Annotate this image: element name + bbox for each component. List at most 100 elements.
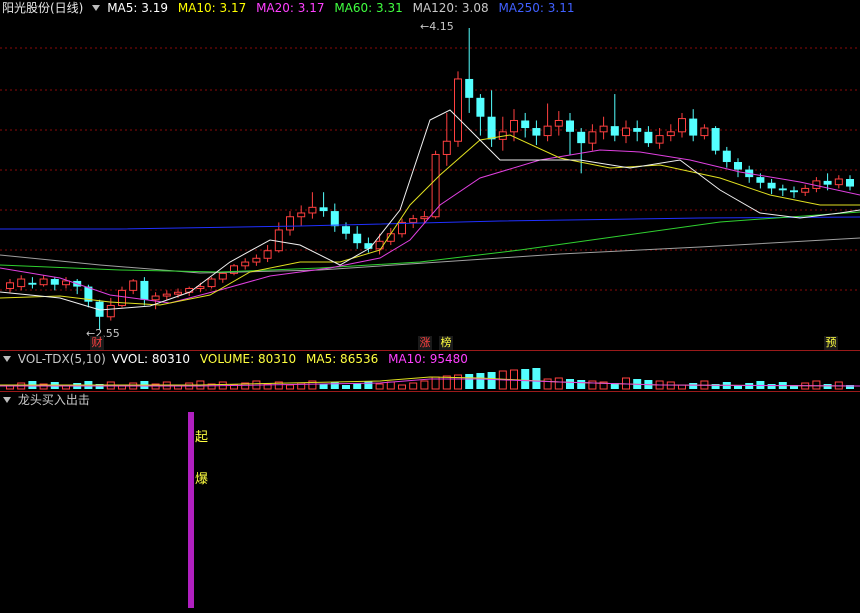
candle-body xyxy=(644,131,653,144)
candle-body xyxy=(398,221,406,235)
volume-bar xyxy=(409,382,418,390)
candle-body xyxy=(50,279,59,285)
candle-body xyxy=(678,118,686,133)
volume-bar xyxy=(566,379,574,389)
candle-body xyxy=(834,178,843,186)
volume-bar xyxy=(588,380,597,390)
tag-cai[interactable]: 财 xyxy=(90,336,104,350)
candlestick-chart[interactable] xyxy=(0,0,860,350)
candle-body xyxy=(689,118,698,136)
candle-body xyxy=(106,304,115,318)
candle-body xyxy=(319,207,328,212)
volume-label: VOLUME: 80310 xyxy=(199,352,297,366)
candle-body xyxy=(420,216,429,220)
candle-body xyxy=(487,116,496,140)
ma60-label: MA60: 3.31 xyxy=(334,1,403,15)
tag-yu[interactable]: 预 xyxy=(824,336,838,350)
volume-bar xyxy=(521,369,530,389)
candle-body xyxy=(554,119,563,127)
volume-bar xyxy=(823,384,832,389)
signal-text-bao: 爆 xyxy=(195,472,209,487)
candle-body xyxy=(140,280,149,300)
candle-body xyxy=(823,180,832,185)
candle-body xyxy=(778,188,787,191)
candle-body xyxy=(622,127,630,137)
ma250-line xyxy=(0,216,860,230)
volume-title: VOL-TDX(5,10) xyxy=(17,352,106,366)
candle-body xyxy=(308,206,317,214)
candle-body xyxy=(700,127,709,137)
dropdown-triangle-icon[interactable] xyxy=(3,397,11,403)
candle-body xyxy=(330,211,339,227)
price-panel[interactable]: 阳光股份(日线) MA5: 3.19 MA10: 3.17 MA20: 3.17… xyxy=(0,0,860,350)
candle-body xyxy=(286,216,294,231)
volume-bar xyxy=(375,383,384,390)
candle-body xyxy=(218,272,227,280)
dropdown-triangle-icon[interactable] xyxy=(92,5,101,11)
candle-body xyxy=(28,282,37,285)
high-price-label: ←4.15 xyxy=(420,20,454,33)
volume-bar xyxy=(286,384,294,390)
dropdown-triangle-icon[interactable] xyxy=(3,356,11,362)
volume-bar xyxy=(476,373,485,389)
volume-bar xyxy=(342,385,350,389)
candle-body xyxy=(297,212,306,218)
ma120-line xyxy=(0,237,860,274)
candle-body xyxy=(129,280,138,291)
volume-bar xyxy=(465,374,474,389)
volume-bar xyxy=(487,372,496,389)
candle-body xyxy=(767,182,776,189)
candle-body xyxy=(263,250,272,259)
signal-text-qi: 起 xyxy=(195,430,209,445)
volume-bar xyxy=(442,375,451,390)
candle-body xyxy=(465,78,474,98)
candle-body xyxy=(610,126,619,136)
volume-bar xyxy=(386,381,395,390)
candle-body xyxy=(588,131,597,144)
volume-bar xyxy=(711,384,720,389)
indicator-chart[interactable] xyxy=(0,392,860,613)
volume-bar xyxy=(330,382,339,389)
candle-body xyxy=(756,177,765,183)
candle-body xyxy=(599,125,608,133)
tag-bang[interactable]: 榜 xyxy=(439,336,453,350)
candle-body xyxy=(342,226,350,234)
candle-body xyxy=(17,278,26,288)
candle-body xyxy=(353,233,362,244)
price-header: 阳光股份(日线) MA5: 3.19 MA10: 3.17 MA20: 3.17… xyxy=(0,0,580,16)
signal-bar xyxy=(188,412,194,608)
candle-body xyxy=(521,120,530,129)
indicator-panel[interactable]: 龙头买入出击 起 爆 xyxy=(0,392,860,613)
vvol-label: VVOL: 80310 xyxy=(111,352,191,366)
candle-body xyxy=(532,128,541,136)
volume-bar xyxy=(398,384,406,390)
volume-bar xyxy=(745,383,754,389)
candle-body xyxy=(711,128,720,151)
candle-body xyxy=(577,131,586,144)
candle-body xyxy=(846,179,854,187)
candle-body xyxy=(454,78,462,142)
volume-bar xyxy=(767,384,776,389)
candle-body xyxy=(655,135,664,144)
candle-body xyxy=(566,120,574,132)
ma5-label: MA5: 3.19 xyxy=(107,1,168,15)
indicator-title: 龙头买入出击 xyxy=(17,393,90,407)
chart-title: 阳光股份(日线) xyxy=(2,1,84,15)
candle-body xyxy=(174,291,182,295)
vol-ma5-line xyxy=(0,376,860,387)
tag-zhang[interactable]: 涨 xyxy=(418,336,432,350)
candle-body xyxy=(442,140,451,155)
candle-body xyxy=(162,293,171,297)
volume-panel[interactable]: VOL-TDX(5,10) VVOL: 80310 VOLUME: 80310 … xyxy=(0,351,860,391)
high-arrow-icon: ← xyxy=(420,20,430,33)
candle-body xyxy=(409,218,418,223)
ma120-label: MA120: 3.08 xyxy=(412,1,489,15)
candle-body xyxy=(62,280,70,286)
volume-bar xyxy=(532,368,541,389)
candle-body xyxy=(543,125,552,137)
volume-bar xyxy=(577,380,586,389)
ma20-line xyxy=(0,149,860,304)
indicator-header: 龙头买入出击 xyxy=(0,392,96,408)
candle-body xyxy=(734,162,742,170)
candle-body xyxy=(196,286,205,289)
